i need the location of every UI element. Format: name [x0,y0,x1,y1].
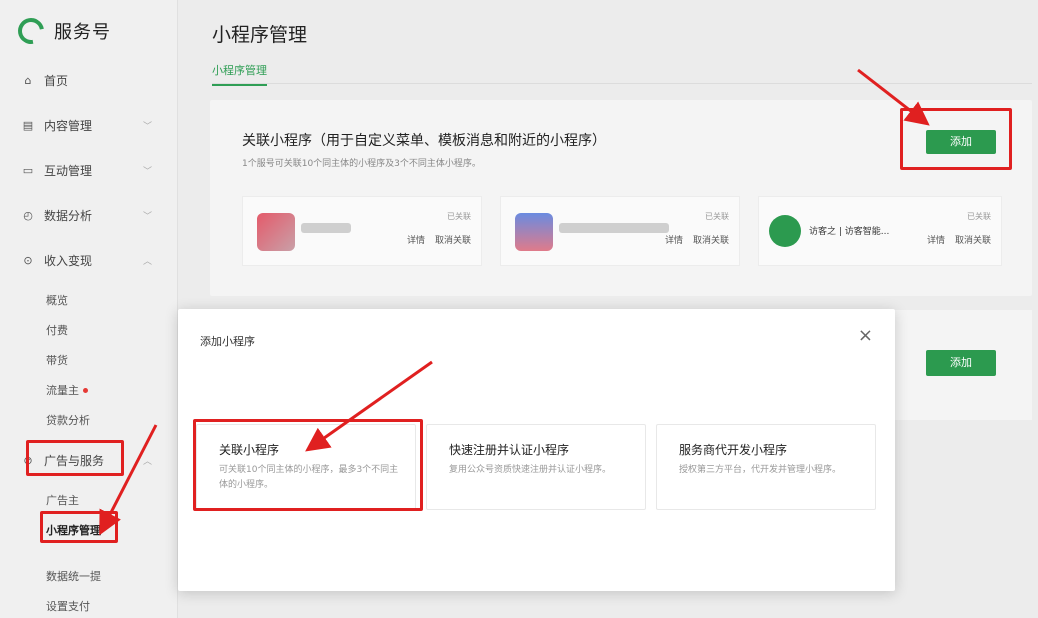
sub-item-loan-analysis[interactable]: 贷款分析 [46,412,90,428]
sub-item-paid[interactable]: 付费 [46,322,68,338]
brand-title: 服务号 [54,22,111,43]
option-title: 服务商代开发小程序 [679,443,788,457]
chat-icon: ▭ [22,163,34,177]
card-title: 关联小程序（用于自定义菜单、模板消息和附近的小程序） [242,133,606,149]
unlink-link[interactable]: 取消关联 [435,233,471,246]
card-description: 1个服号可关联10个同主体的小程序及3个不同主体小程序。 [242,159,481,169]
sub-item-label: 设置支付 [46,600,90,613]
add-button-secondary[interactable]: 添加 [926,350,996,376]
highlight-box-miniprogram [40,511,118,543]
sidebar-item-income[interactable]: ⊙ 收入变现 ︿ [22,252,152,269]
highlight-box-ads [26,440,124,476]
sidebar-item-analytics[interactable]: ◴ 数据分析 ﹀ [22,207,152,224]
miniprogram-avatar [769,215,801,247]
option-third-party-dev[interactable]: 服务商代开发小程序 授权第三方平台，代开发并管理小程序。 [656,424,876,510]
close-icon[interactable]: × [858,325,873,346]
sidebar: 服务号 ⌂ 首页 ▤ 内容管理 ﹀ ▭ 互动管理 ﹀ ◴ 数据分析 ﹀ ⊙ 收入… [0,0,178,618]
miniprogram-avatar [515,213,553,251]
blurred-name [559,223,669,233]
sub-item-payment[interactable]: 设置支付 [46,598,90,614]
brand-logo-icon [12,12,50,50]
sub-item-label: 付费 [46,324,68,337]
option-description: 复用公众号资质快速注册并认证小程序。 [449,465,612,475]
detail-link[interactable]: 详情 [927,233,945,246]
sub-item-advertiser[interactable]: 广告主 [46,492,79,508]
sub-item-label: 带货 [46,354,68,367]
miniprogram-actions: 详情 取消关联 [407,233,471,246]
chevron-up-icon: ︿ [142,457,152,467]
page-title: 小程序管理 [212,24,308,46]
detail-link[interactable]: 详情 [407,233,425,246]
add-miniprogram-dialog: 添加小程序 × 关联小程序 可关联10个同主体的小程序，最多3个不同主体的小程序… [178,309,895,591]
coin-icon: ⊙ [23,253,33,267]
notification-dot-icon [83,387,88,393]
brand[interactable]: 服务号 [12,12,111,50]
option-description: 授权第三方平台，代开发并管理小程序。 [679,465,842,475]
highlight-box-link-option [193,419,423,511]
sub-item-label: 数据统一提 [46,570,101,583]
linked-miniprogram-item: 已关联 详情 取消关联 [242,196,482,266]
sub-item-label: 流量主 [46,384,79,397]
home-icon: ⌂ [24,73,32,87]
miniprogram-avatar [257,213,295,251]
miniprogram-actions: 详情 取消关联 [665,233,729,246]
sub-item-commerce[interactable]: 带货 [46,352,68,368]
sidebar-item-content[interactable]: ▤ 内容管理 ﹀ [22,117,152,134]
chevron-up-icon: ︿ [142,257,152,267]
sidebar-item-label: 互动管理 [44,164,93,178]
document-icon: ▤ [22,118,34,132]
status-badge: 已关联 [447,212,471,221]
status-badge: 已关联 [967,212,991,221]
detail-link[interactable]: 详情 [665,233,683,246]
sub-item-data[interactable]: 数据统一提 [46,568,101,584]
chevron-down-icon: ﹀ [142,167,152,177]
linked-miniprogram-item: 访客之 | 访客智能... 已关联 详情 取消关联 [758,196,1002,266]
option-quick-register[interactable]: 快速注册并认证小程序 复用公众号资质快速注册并认证小程序。 [426,424,646,510]
sidebar-item-label: 内容管理 [44,119,93,133]
sub-item-traffic-owner[interactable]: 流量主 [46,382,88,398]
sub-item-label: 广告主 [46,494,79,507]
chevron-down-icon: ﹀ [142,212,152,222]
unlink-link[interactable]: 取消关联 [955,233,991,246]
sub-item-label: 贷款分析 [46,414,90,427]
sidebar-item-label: 首页 [44,74,69,88]
sidebar-item-label: 数据分析 [44,209,93,223]
sub-item-label: 概览 [46,294,68,307]
highlight-box-add-button [900,108,1012,170]
linked-miniprogram-item: 已关联 详情 取消关联 [500,196,740,266]
miniprogram-actions: 详情 取消关联 [927,233,991,246]
blurred-name [301,223,351,233]
sidebar-item-interaction[interactable]: ▭ 互动管理 ﹀ [22,162,152,179]
chevron-down-icon: ﹀ [142,122,152,132]
option-title: 快速注册并认证小程序 [449,443,570,457]
clock-icon: ◴ [23,208,33,222]
dialog-title: 添加小程序 [200,335,255,348]
miniprogram-name: 访客之 | 访客智能... [809,227,890,237]
sidebar-item-label: 收入变现 [44,254,93,268]
unlink-link[interactable]: 取消关联 [693,233,729,246]
tab-divider [212,83,1032,84]
status-badge: 已关联 [705,212,729,221]
sidebar-item-home[interactable]: ⌂ 首页 [22,72,152,89]
sub-item-overview[interactable]: 概览 [46,292,68,308]
